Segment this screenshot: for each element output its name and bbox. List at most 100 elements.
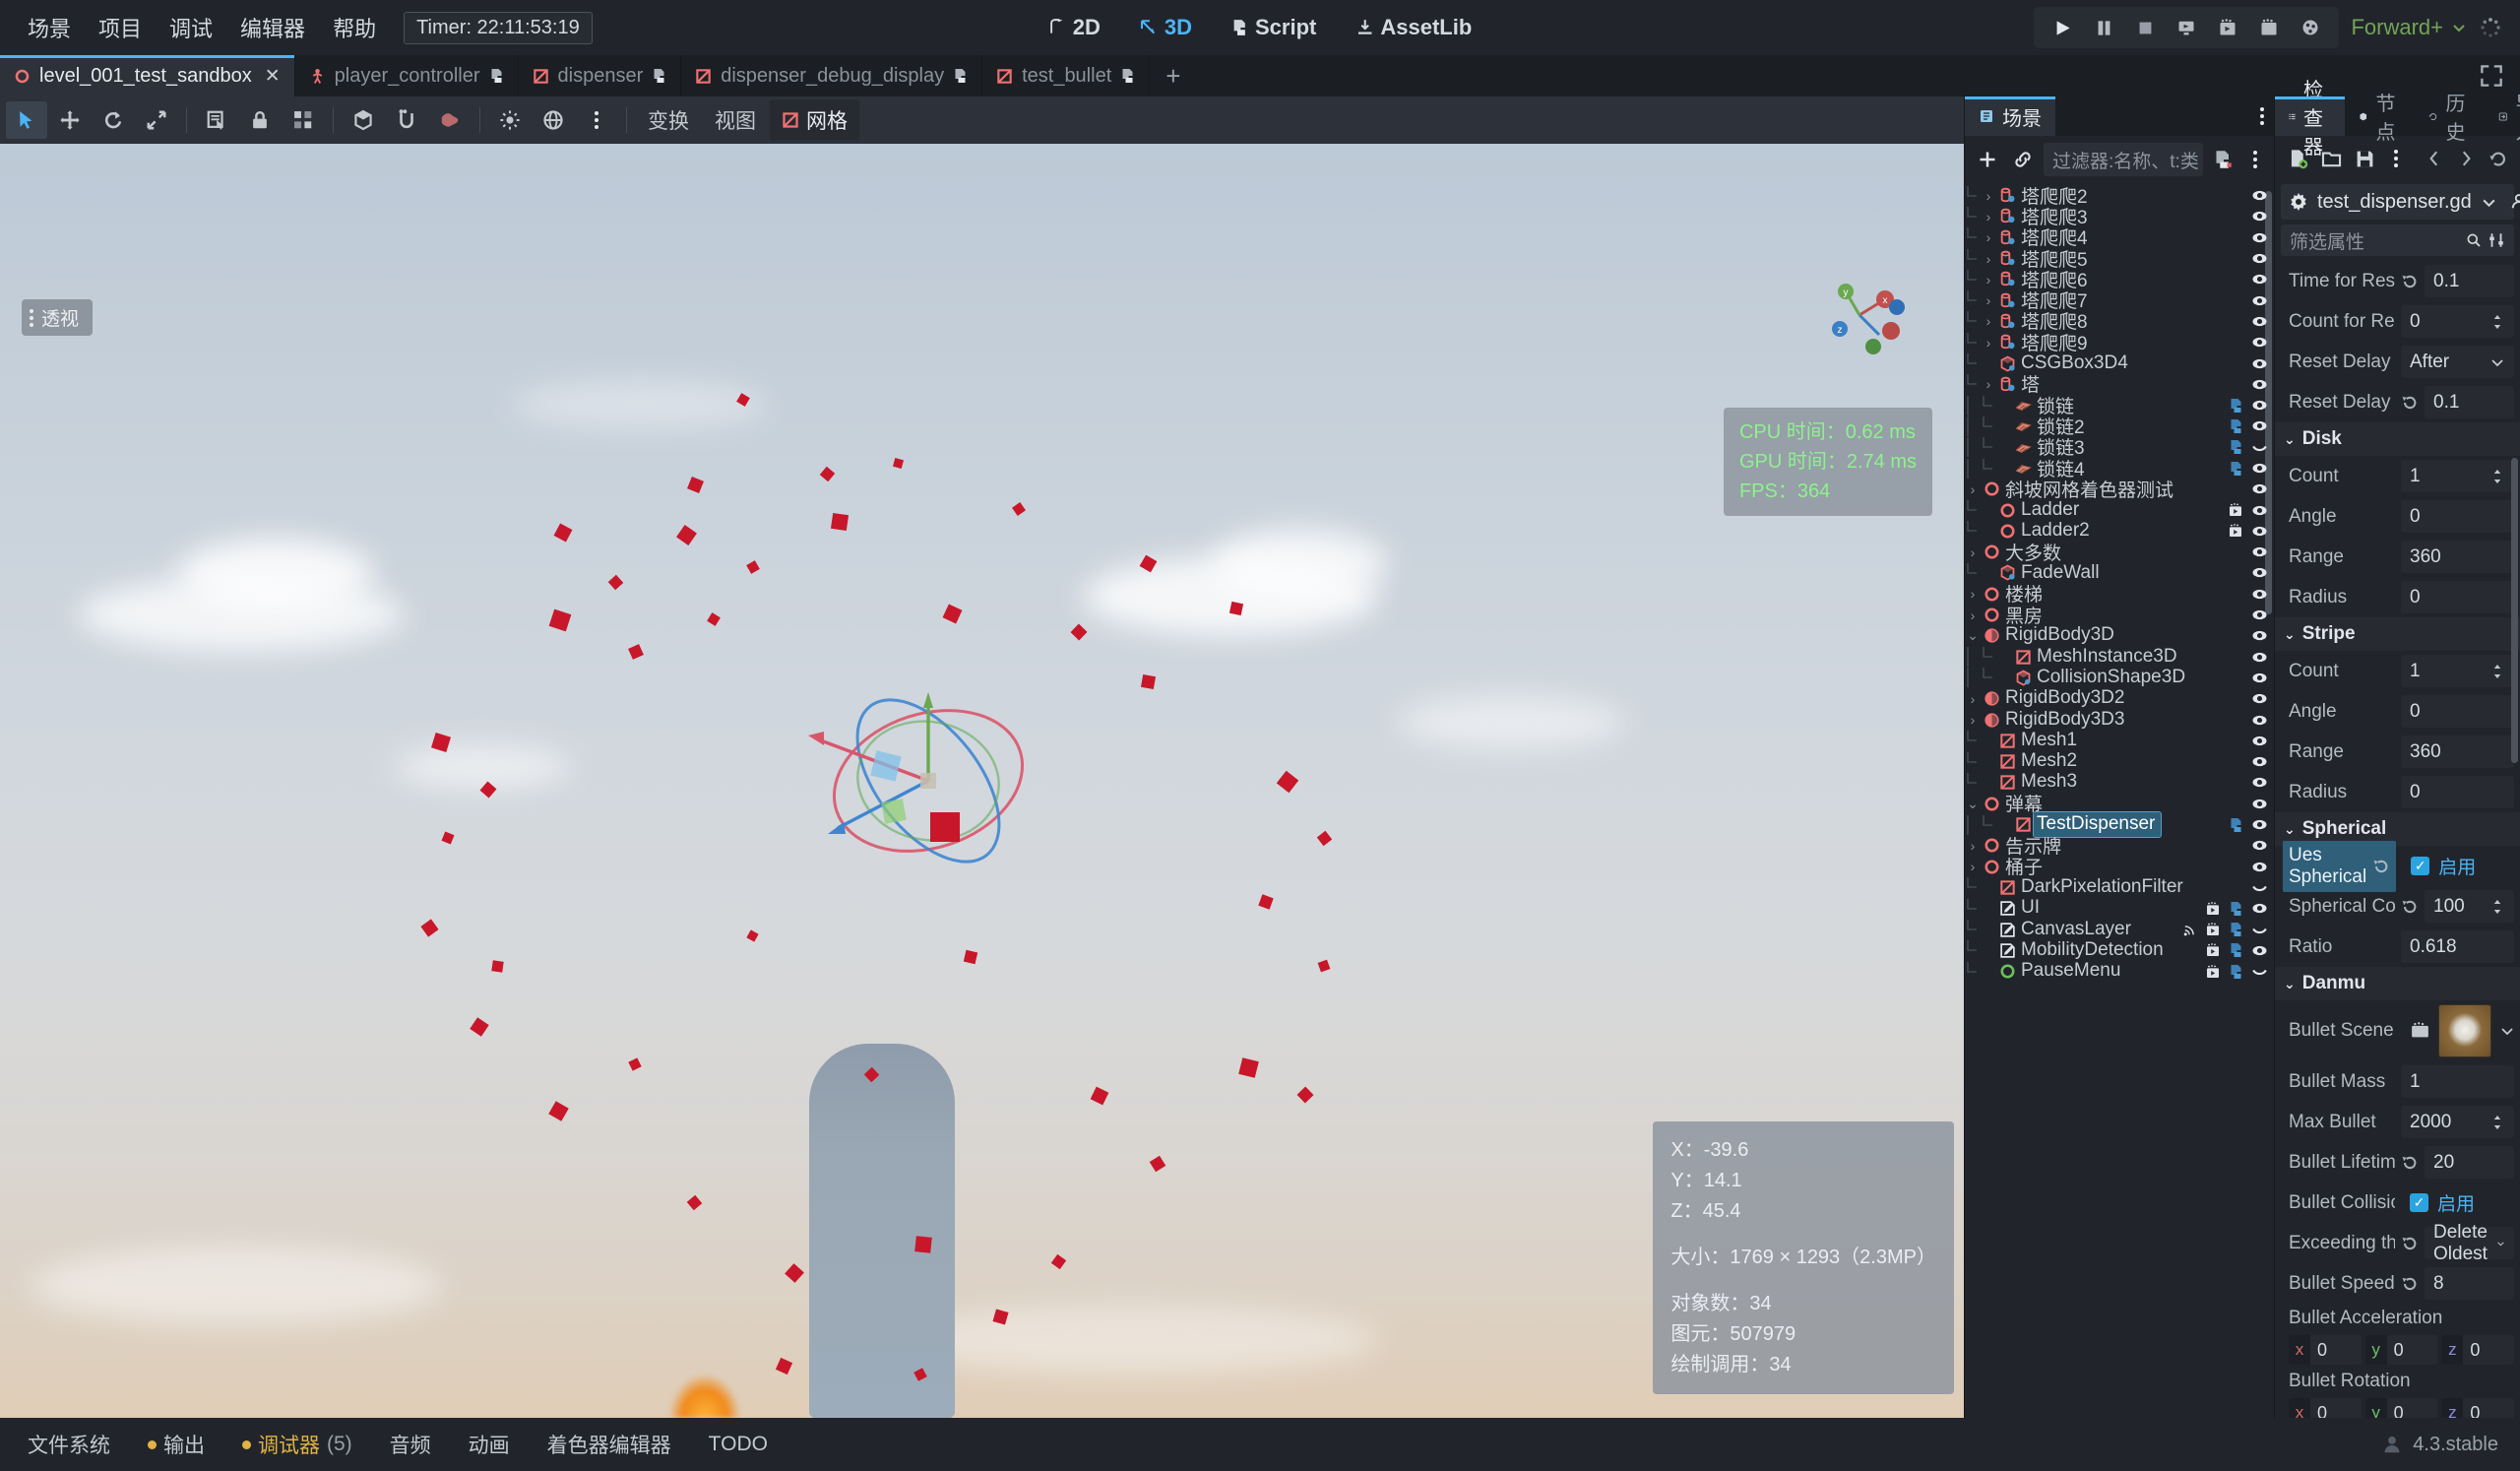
script-icon[interactable] [2229, 439, 2243, 455]
viewport-more-options-button[interactable] [576, 101, 617, 139]
property-number-angle[interactable]: 0 [2401, 500, 2514, 533]
property-number-ratio[interactable]: 0.618 [2401, 930, 2514, 963]
bottom-audio-button[interactable]: 音频 [384, 1426, 437, 1463]
expand-arrow-icon[interactable]: › [1965, 838, 1981, 854]
animation-player-icon[interactable] [2228, 502, 2243, 518]
category-arrow-icon[interactable]: ⌄ [2284, 431, 2296, 448]
scene-tree-item[interactable]: UI [1965, 897, 2274, 919]
scene-tree-item[interactable]: Ladder [1965, 499, 2274, 520]
animation-player-icon[interactable] [2228, 523, 2243, 539]
property-dropdown-reset-delay-mode[interactable]: After [2401, 346, 2514, 378]
inspector-scrollbar[interactable] [2511, 458, 2518, 763]
perspective-label[interactable]: 透视 [22, 299, 94, 336]
expand-arrow-icon[interactable]: › [1981, 229, 1996, 245]
property-number-radius[interactable]: 0 [2401, 776, 2514, 808]
mode-button[interactable] [343, 101, 384, 139]
property-number-bullet-speed[interactable]: 8 [2425, 1267, 2514, 1300]
property-row[interactable]: Angle 0 [2275, 496, 2520, 537]
spinner-arrows-icon[interactable] [2489, 468, 2505, 485]
visibility-off-icon[interactable] [2251, 963, 2268, 980]
visibility-off-icon[interactable] [2251, 439, 2268, 456]
visibility-on-icon[interactable] [2251, 544, 2268, 560]
visibility-on-icon[interactable] [2251, 313, 2268, 330]
expand-arrow-icon[interactable]: › [1981, 376, 1996, 392]
scene-tab-test-bullet[interactable]: test_bullet [982, 55, 1151, 96]
revert-icon[interactable] [2401, 273, 2419, 290]
scene-tree-item[interactable]: ⌄ 弹幕 [1965, 794, 2274, 815]
play-scene-button[interactable] [2168, 11, 2205, 44]
move-tool-button[interactable] [49, 101, 91, 139]
property-row[interactable]: Spherical Count 100 [2275, 886, 2520, 927]
animation-player-icon[interactable] [2205, 922, 2221, 937]
resource-thumbnail[interactable] [2438, 1004, 2491, 1057]
history-forward-button[interactable] [2454, 140, 2478, 177]
property-spinbox-count[interactable]: 1 [2401, 460, 2514, 492]
bottom-debugger-button[interactable]: 调试器 (5) [236, 1426, 358, 1463]
rotate-tool-button[interactable] [93, 101, 134, 139]
property-row[interactable]: Bullet Lifetime 20 [2275, 1142, 2520, 1183]
visibility-on-icon[interactable] [2251, 690, 2268, 707]
load-scene-icon[interactable] [2410, 1022, 2430, 1040]
3d-viewport[interactable]: 透视 x y z CPU 时间：0.62 ms GPU 时间：2.74 ms F… [0, 144, 1964, 1418]
mode-script-button[interactable]: Script [1225, 12, 1323, 43]
collapse-arrow-icon[interactable]: ⌄ [1965, 796, 1981, 812]
spinner-arrows-icon[interactable] [2489, 663, 2505, 680]
expand-arrow-icon[interactable]: › [1965, 608, 1981, 623]
list-select-button[interactable] [196, 101, 237, 139]
movie-writer-button[interactable] [2250, 11, 2288, 44]
chevron-down-icon[interactable] [2496, 1236, 2505, 1251]
visibility-on-icon[interactable] [2251, 417, 2268, 434]
expand-arrow-icon[interactable]: › [1965, 481, 1981, 497]
environment-button[interactable] [533, 101, 574, 139]
visibility-on-icon[interactable] [2251, 774, 2268, 791]
revert-icon[interactable] [2401, 1275, 2419, 1293]
script-icon[interactable] [2229, 817, 2243, 833]
expand-arrow-icon[interactable]: › [1981, 209, 1996, 224]
scene-tree-item[interactable]: CanvasLayer [1965, 919, 2274, 939]
menu-editor[interactable]: 编辑器 [226, 6, 319, 49]
remote-debug-button[interactable] [2292, 11, 2329, 44]
play-custom-scene-button[interactable] [2209, 11, 2246, 44]
animation-player-icon[interactable] [2205, 901, 2221, 917]
save-resource-button[interactable] [2353, 140, 2378, 177]
property-number-range[interactable]: 360 [2401, 736, 2514, 768]
scene-tree-item[interactable]: 锁链3 [1965, 437, 2274, 459]
expand-arrow-icon[interactable]: › [1965, 859, 1981, 874]
revert-icon[interactable] [2401, 1235, 2419, 1252]
menu-debug[interactable]: 调试 [156, 6, 226, 49]
visibility-on-icon[interactable] [2251, 292, 2268, 309]
script-icon[interactable] [2229, 964, 2243, 980]
scene-tree-item[interactable]: › 塔爬爬2 [1965, 185, 2274, 208]
visibility-on-icon[interactable] [2251, 208, 2268, 224]
property-number-range[interactable]: 360 [2401, 541, 2514, 573]
script-filter-button[interactable] [2209, 141, 2238, 178]
property-row[interactable]: Bullet Collision Enabl ✓ 启用 [2275, 1183, 2520, 1223]
history-button[interactable] [2487, 140, 2510, 177]
grid-menu-button[interactable]: 网格 [770, 99, 859, 147]
scene-filter-input[interactable]: 过滤器:名称、t:类 [2044, 143, 2203, 176]
property-resource-bullet-scene[interactable] [2401, 1002, 2520, 1059]
visibility-on-icon[interactable] [2251, 229, 2268, 246]
scene-tree-item[interactable]: › 塔爬爬8 [1965, 311, 2274, 333]
visibility-on-icon[interactable] [2251, 397, 2268, 414]
expand-viewport-button[interactable] [2463, 55, 2520, 96]
scene-tree-item[interactable]: CSGBox3D4 [1965, 352, 2274, 373]
revert-icon[interactable] [2401, 898, 2419, 916]
scene-tree-item[interactable]: › 黑房 [1965, 605, 2274, 627]
bottom-animation-button[interactable]: 动画 [463, 1426, 516, 1463]
script-icon[interactable] [2229, 942, 2243, 958]
visibility-on-icon[interactable] [2251, 334, 2268, 351]
scene-tree-item[interactable]: › 塔爬爬9 [1965, 332, 2274, 354]
property-row[interactable]: Ues Spherical ✓ 启用 [2275, 840, 2520, 892]
vector-z-field[interactable]: z0 [2441, 1335, 2515, 1365]
property-number-bullet-mass[interactable]: 1 [2401, 1065, 2514, 1098]
animation-player-icon[interactable] [2205, 942, 2221, 958]
scene-tab-dispenser-debug-display[interactable]: dispenser_debug_display [681, 55, 983, 96]
mode-2d-button[interactable]: 2D [1041, 12, 1107, 43]
property-row[interactable]: Bullet Speed 8 [2275, 1263, 2520, 1304]
visibility-on-icon[interactable] [2251, 837, 2268, 854]
property-filter-input[interactable]: 筛选属性 [2281, 224, 2514, 256]
add-scene-tab-button[interactable]: + [1150, 55, 1196, 96]
script-icon[interactable] [2229, 461, 2243, 477]
property-row[interactable]: Count 1 [2275, 456, 2520, 496]
